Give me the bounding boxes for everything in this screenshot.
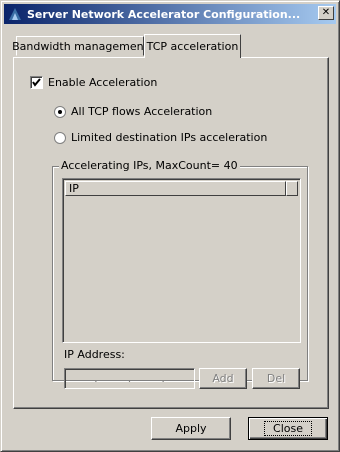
window-title: Server Network Accelerator Configuration… — [27, 7, 301, 21]
ip-address-label: IP Address: — [64, 348, 125, 361]
checkmark-icon — [32, 78, 41, 87]
column-header-ip[interactable]: IP — [65, 181, 286, 196]
delete-ip-button[interactable]: Del — [252, 368, 300, 389]
radio-limited-ips-label[interactable]: Limited destination IPs acceleration — [71, 131, 267, 144]
close-icon[interactable]: ✕ — [318, 6, 334, 20]
radio-limited-ips[interactable] — [54, 132, 66, 144]
close-button-label: Close — [264, 421, 312, 436]
accelerating-ips-group-label: Accelerating IPs, MaxCount= 40 — [59, 159, 240, 172]
ip-address-field[interactable]: . . . — [64, 368, 195, 389]
apply-button[interactable]: Apply — [151, 417, 231, 440]
title-bar[interactable]: Server Network Accelerator Configuration… — [4, 4, 336, 24]
ip-list[interactable]: IP — [62, 178, 301, 343]
enable-acceleration-checkbox[interactable] — [30, 76, 43, 89]
dialog-window: Server Network Accelerator Configuration… — [0, 0, 340, 452]
radio-all-tcp-flows[interactable] — [54, 106, 66, 118]
ip-separator: . — [127, 372, 132, 385]
tab-tcp-acceleration[interactable]: TCP acceleration — [144, 34, 241, 58]
enable-acceleration-label[interactable]: Enable Acceleration — [48, 76, 157, 89]
add-ip-button[interactable]: Add — [199, 368, 247, 389]
tab-bandwidth-management[interactable]: Bandwidth management — [12, 36, 148, 56]
ip-separator: . — [94, 372, 98, 385]
column-header-filler — [286, 181, 298, 196]
close-button[interactable]: Close — [248, 417, 328, 440]
radio-all-tcp-flows-label[interactable]: All TCP flows Acceleration — [71, 105, 212, 118]
ip-separator: . — [161, 372, 165, 385]
network-app-icon — [7, 6, 23, 22]
